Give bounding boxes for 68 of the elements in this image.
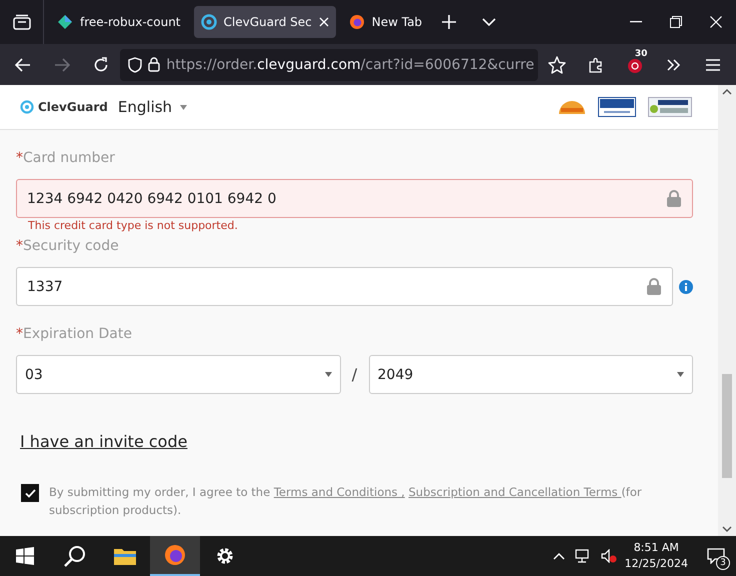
caret-icon [677, 372, 684, 377]
star-icon[interactable] [548, 56, 566, 74]
tab-list-icon[interactable] [12, 14, 30, 30]
seal-icon [558, 99, 586, 115]
scroll-up-icon[interactable] [722, 89, 732, 95]
close-icon[interactable] [318, 17, 329, 27]
browser-tab[interactable]: free-robux-count [50, 6, 188, 38]
address-bar[interactable]: https://order.clevguard.com/cart?id=6006712&curre [120, 48, 538, 80]
logo-icon [20, 100, 34, 114]
restore-icon[interactable] [670, 16, 682, 28]
search-icon[interactable] [64, 545, 86, 567]
error-message: This credit card type is not supported. [28, 219, 238, 232]
agreement-checkbox[interactable] [21, 484, 39, 502]
swirl-icon [200, 14, 217, 30]
month-select[interactable]: 03 [16, 355, 340, 394]
minimize-icon[interactable] [630, 21, 642, 23]
brand-name: ClevGuard [38, 100, 108, 114]
lock-icon [646, 278, 662, 295]
plus-icon[interactable] [442, 15, 456, 29]
speaker-muted-icon[interactable] [600, 549, 617, 563]
required-mark: * [16, 150, 23, 166]
globe-icon[interactable] [164, 544, 186, 566]
menu-icon[interactable] [706, 58, 720, 70]
clock-time: 8:51 AM [632, 540, 680, 556]
invite-code-link[interactable]: I have an invite code [20, 432, 188, 451]
shield-icon[interactable] [128, 56, 142, 72]
language-selector[interactable]: English [118, 98, 172, 116]
lock-icon[interactable] [148, 57, 160, 72]
security-code-field[interactable]: 1337 [16, 267, 673, 306]
browser-tab[interactable]: ClevGuard Sec [194, 6, 336, 38]
network-icon[interactable] [574, 549, 591, 563]
chevron-down-icon[interactable] [482, 18, 496, 26]
browser-tab[interactable]: New Tab [342, 6, 430, 38]
extension-icon[interactable] [626, 56, 643, 72]
required-mark: * [16, 238, 23, 254]
scroll-down-icon[interactable] [722, 526, 732, 532]
info-icon[interactable] [679, 280, 693, 294]
field-label: Security code [23, 238, 119, 254]
start-icon[interactable] [16, 547, 34, 565]
gear-icon[interactable] [215, 546, 235, 566]
notification-icon[interactable] [707, 548, 725, 564]
forward-icon [54, 58, 70, 72]
card-number-field[interactable]: 1234 6942 0420 6942 0101 6942 0 [16, 179, 693, 218]
year-select[interactable]: 2049 [368, 355, 693, 394]
lock-icon [666, 190, 682, 207]
field-label: Expiration Date [23, 326, 132, 342]
extension-badge: 30 [634, 48, 648, 58]
seal-icon [598, 97, 636, 117]
date-separator: / [350, 365, 358, 384]
folder-icon[interactable] [114, 547, 136, 565]
caret-icon [324, 372, 332, 377]
check-icon [24, 488, 36, 498]
notification-count: 3 [716, 556, 730, 570]
required-mark: * [16, 326, 23, 342]
chevron-up-icon[interactable] [552, 552, 565, 560]
back-icon[interactable] [15, 58, 32, 72]
scrollbar-thumb[interactable] [722, 374, 732, 478]
diamond-icon [57, 14, 73, 30]
clock-date: 12/25/2024 [624, 556, 688, 572]
field-label: Card number [23, 150, 115, 166]
agreement-text: By submitting my order, I agree to the Terms and Conditions , Subscription and Cancellation Terms (for subscription products). [49, 484, 643, 519]
close-icon[interactable] [710, 16, 722, 28]
caret-icon[interactable] [180, 104, 188, 110]
globe-icon [348, 14, 365, 30]
chevrons-right-icon[interactable] [666, 58, 682, 70]
secured-seal-icon [648, 97, 692, 117]
puzzle-icon[interactable] [588, 56, 604, 72]
reload-icon[interactable] [92, 56, 109, 72]
